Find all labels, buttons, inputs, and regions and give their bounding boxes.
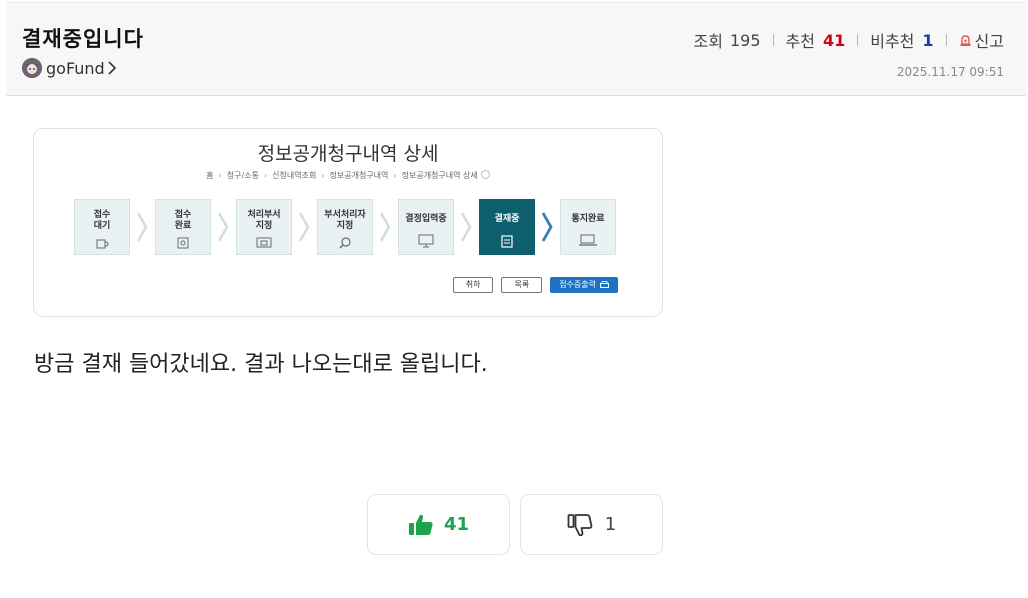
siren-icon: [960, 34, 971, 46]
like-count: 41: [443, 514, 470, 535]
breadcrumb-separator: ›: [393, 171, 397, 180]
breadcrumb-toggle-icon: [480, 170, 490, 179]
laptop-icon: [579, 234, 597, 246]
document-icon: [177, 237, 189, 249]
views-label: 조회: [693, 32, 723, 51]
chevron-right-icon: [379, 212, 391, 242]
like-button[interactable]: 41: [367, 494, 510, 555]
image-page-title: 정보공개청구내역 상세: [257, 143, 439, 165]
breadcrumb-item: 청구/소통: [226, 171, 259, 180]
chevron-right-icon: [217, 212, 229, 242]
chevron-right-icon: [298, 212, 310, 242]
downvote-label: 비추천: [870, 32, 915, 51]
print-receipt-button[interactable]: 접수증출력: [550, 277, 618, 293]
post-title: 결재중입니다: [22, 27, 144, 51]
post-datetime: 2025.11.17 09:51: [896, 65, 1004, 79]
avatar: [22, 58, 42, 78]
image-button-row: 취하 목록 접수증출력: [445, 277, 618, 293]
post-header: 결재중입니다 goFund 조회 195 추천 41 비추천 1 신고 2025…: [6, 2, 1026, 96]
divider: [772, 34, 774, 46]
clipboard-icon: [501, 235, 513, 248]
thumbs-up-icon: [408, 514, 433, 535]
downvote-count: 1: [922, 30, 934, 50]
thumbs-down-icon: [567, 513, 593, 536]
divider: [945, 34, 947, 46]
step-label: 지정: [336, 221, 354, 231]
step-label: 접수: [93, 210, 111, 220]
step-6-active: 결재중: [479, 199, 535, 255]
step-label: 접수: [174, 210, 192, 220]
post-body: 방금 결재 들어갔네요. 결과 나오는대로 올립니다.: [34, 352, 488, 377]
cancel-button[interactable]: 취하: [452, 277, 494, 293]
report-button[interactable]: 신고: [959, 28, 1004, 52]
dislike-button[interactable]: 1: [520, 494, 663, 555]
divider: [857, 34, 859, 46]
image-breadcrumb: 홈 › 청구/소통 › 신청내역조회 › 정보공개청구내역 › 정보공개청구내역 상세: [34, 170, 662, 181]
post-stats: 조회 195 추천 41 비추천 1 신고: [694, 28, 1004, 52]
step-label: 지정: [255, 221, 273, 231]
author-link[interactable]: goFund: [22, 58, 117, 78]
step-3: 처리부서 지정: [236, 199, 292, 255]
breadcrumb-item: 신청내역조회: [272, 171, 317, 180]
step-1: 접수 대기: [74, 199, 130, 255]
chevron-right-icon: [541, 212, 553, 242]
breadcrumb-item: 정보공개청구내역 상세: [401, 171, 478, 180]
step-4: 부서처리자 지정: [317, 199, 373, 255]
cup-icon: [96, 239, 109, 249]
progress-steps: 접수 대기 접수 완료 처리부서 지정 부서처리자 지정 결정입력중 결재중 통…: [74, 199, 634, 255]
step-7: 통지완료: [560, 199, 616, 255]
views-count: 195: [729, 30, 761, 50]
monitor-icon: [418, 234, 434, 248]
breadcrumb-separator: ›: [263, 171, 268, 180]
breadcrumb-separator: ›: [218, 171, 222, 180]
report-label: 신고: [974, 32, 1004, 51]
step-label: 결정입력중: [405, 214, 447, 224]
step-label: 완료: [174, 221, 192, 231]
list-button[interactable]: 목록: [501, 277, 543, 293]
author-name: goFund: [46, 58, 105, 78]
step-label: 처리부서: [247, 210, 281, 220]
chevron-right-icon: [460, 212, 472, 242]
breadcrumb-item: 정보공개청구내역: [329, 171, 389, 180]
step-label: 부서처리자: [324, 210, 366, 220]
breadcrumb-separator: ›: [321, 171, 325, 180]
step-label: 대기: [93, 221, 111, 231]
building-icon: [256, 237, 272, 248]
chevron-right-icon: [108, 61, 116, 75]
chevron-right-icon: [136, 212, 148, 242]
step-2: 접수 완료: [155, 199, 211, 255]
breadcrumb-item: 홈: [206, 171, 214, 180]
step-5: 결정입력중: [398, 199, 454, 255]
print-receipt-label: 접수증출력: [559, 280, 596, 289]
dislike-count: 1: [604, 514, 617, 535]
step-label: 결재중: [494, 214, 520, 224]
attached-image[interactable]: 정보공개청구내역 상세 홈 › 청구/소통 › 신청내역조회 › 정보공개청구내역 › 정보공개…: [33, 128, 663, 317]
upvote-label: 추천: [785, 32, 815, 51]
step-label: 통지완료: [571, 214, 605, 224]
magnifier-icon: [339, 237, 351, 249]
upvote-count: 41: [822, 30, 846, 50]
printer-icon: [600, 281, 609, 288]
